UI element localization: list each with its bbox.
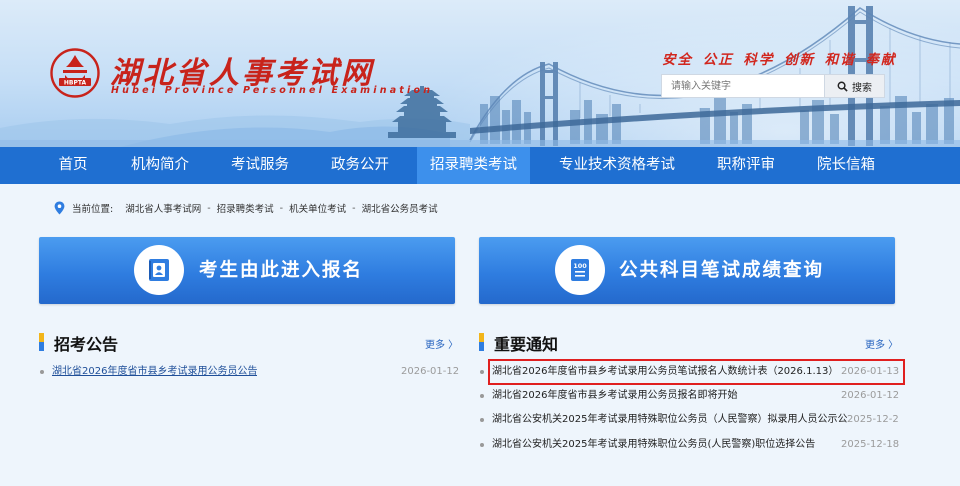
search-button-label: 搜索 (852, 82, 872, 94)
score-query-label: 公共科目笔试成绩查询 (619, 260, 825, 281)
breadcrumb-link-recruitment[interactable]: 招录聘类考试 (217, 201, 274, 215)
hbpta-emblem: HBPTA (50, 48, 100, 98)
id-card-icon (149, 259, 169, 281)
list-bullet (480, 443, 484, 447)
nav-item-title-evaluation[interactable]: 职称评审 (704, 147, 788, 184)
notices-title: 重要通知 (494, 335, 559, 354)
breadcrumb-prefix: 当前位置: (72, 204, 114, 215)
score-icon-circle: 100 (555, 245, 605, 295)
section-marker (479, 333, 484, 351)
list-item-date: 2026-01-12 (841, 390, 900, 401)
notices-more-link[interactable]: 更多 〉 (865, 336, 898, 351)
site-slogan: 安全 公正 科学 创新 和谐 奉献 (662, 52, 897, 68)
list-bullet (40, 370, 44, 374)
register-entry-button[interactable]: 考生由此进入报名 (39, 237, 455, 304)
score-sheet-icon: 100 (571, 259, 589, 281)
breadcrumb: 当前位置: 湖北省人事考试网 - 招录聘类考试 - 机关单位考试 - 湖北省公务… (54, 200, 438, 216)
list-item[interactable]: 湖北省2026年度省市县乡考试录用公务员报名即将开始 2026-01-12 (480, 387, 899, 405)
list-item-date: 2026-01-13 (841, 366, 900, 377)
search-icon (837, 81, 848, 92)
list-bullet (480, 370, 484, 374)
main-nav: 首页 机构简介 考试服务 政务公开 招录聘类考试 专业技术资格考试 职称评审 院… (0, 147, 960, 184)
emblem-text: HBPTA (64, 80, 87, 87)
announcements-header: 招考公告 (39, 331, 239, 354)
list-item[interactable]: 湖北省2026年度省市县乡考试录用公务员笔试报名人数统计表（2026.1.13）… (480, 363, 899, 381)
list-item[interactable]: 湖北省2026年度省市县乡考试录用公务员公告 2026-01-12 (40, 363, 459, 381)
nav-item-about[interactable]: 机构简介 (118, 147, 202, 184)
breadcrumb-link-civil-service[interactable]: 湖北省公务员考试 (362, 201, 438, 215)
nav-item-government-affairs[interactable]: 政务公开 (318, 147, 402, 184)
list-item-title[interactable]: 湖北省2026年度省市县乡考试录用公务员公告 (52, 363, 257, 381)
list-bullet (480, 394, 484, 398)
section-marker (39, 333, 44, 351)
nav-item-exam-services[interactable]: 考试服务 (218, 147, 302, 184)
search-button[interactable]: 搜索 (824, 75, 884, 97)
register-entry-label: 考生由此进入报名 (199, 260, 364, 281)
location-pin-icon (54, 201, 65, 215)
nav-item-recruitment-exams[interactable]: 招录聘类考试 (417, 147, 530, 184)
list-item[interactable]: 湖北省公安机关2025年考试录用特殊职位公务员(人民警察)职位选择公告 2025… (480, 436, 899, 454)
nav-item-professional-qualification[interactable]: 专业技术资格考试 (546, 147, 688, 184)
breadcrumb-link-home[interactable]: 湖北省人事考试网 (125, 201, 201, 215)
breadcrumb-separator: - (352, 202, 356, 214)
score-icon-text: 100 (573, 262, 587, 270)
list-bullet (480, 418, 484, 422)
breadcrumb-separator: - (279, 202, 284, 214)
breadcrumb-separator: - (207, 202, 211, 214)
search-box: 搜索 (661, 74, 885, 98)
list-item-title[interactable]: 湖北省公安机关2025年考试录用特殊职位公务员（人民警察）拟录用人员公示公告 (492, 411, 847, 429)
list-item-date: 2025-12-2 (847, 414, 899, 425)
list-item[interactable]: 湖北省公安机关2025年考试录用特殊职位公务员（人民警察）拟录用人员公示公告 2… (480, 411, 899, 429)
notices-header: 重要通知 (479, 331, 679, 354)
search-input[interactable] (662, 75, 824, 97)
list-item-title[interactable]: 湖北省公安机关2025年考试录用特殊职位公务员(人民警察)职位选择公告 (492, 436, 832, 454)
nav-item-director-mailbox[interactable]: 院长信箱 (804, 147, 888, 184)
breadcrumb-link-agency-exams[interactable]: 机关单位考试 (289, 201, 346, 215)
announcements-title: 招考公告 (54, 335, 119, 354)
site-header: HBPTA 湖北省人事考试网 Hubei Province Personnel … (0, 0, 960, 147)
score-query-button[interactable]: 100 公共科目笔试成绩查询 (479, 237, 895, 304)
list-item-title[interactable]: 湖北省2026年度省市县乡考试录用公务员笔试报名人数统计表（2026.1.13） (492, 363, 832, 381)
list-item-date: 2026-01-12 (401, 366, 460, 377)
site-subtitle: Hubei Province Personnel Examination (111, 85, 434, 96)
register-icon-circle (134, 245, 184, 295)
list-item-date: 2025-12-18 (841, 439, 900, 450)
announcements-more-link[interactable]: 更多 〉 (425, 336, 458, 351)
list-item-title[interactable]: 湖北省2026年度省市县乡考试录用公务员报名即将开始 (492, 387, 832, 405)
nav-item-home[interactable]: 首页 (38, 147, 108, 184)
